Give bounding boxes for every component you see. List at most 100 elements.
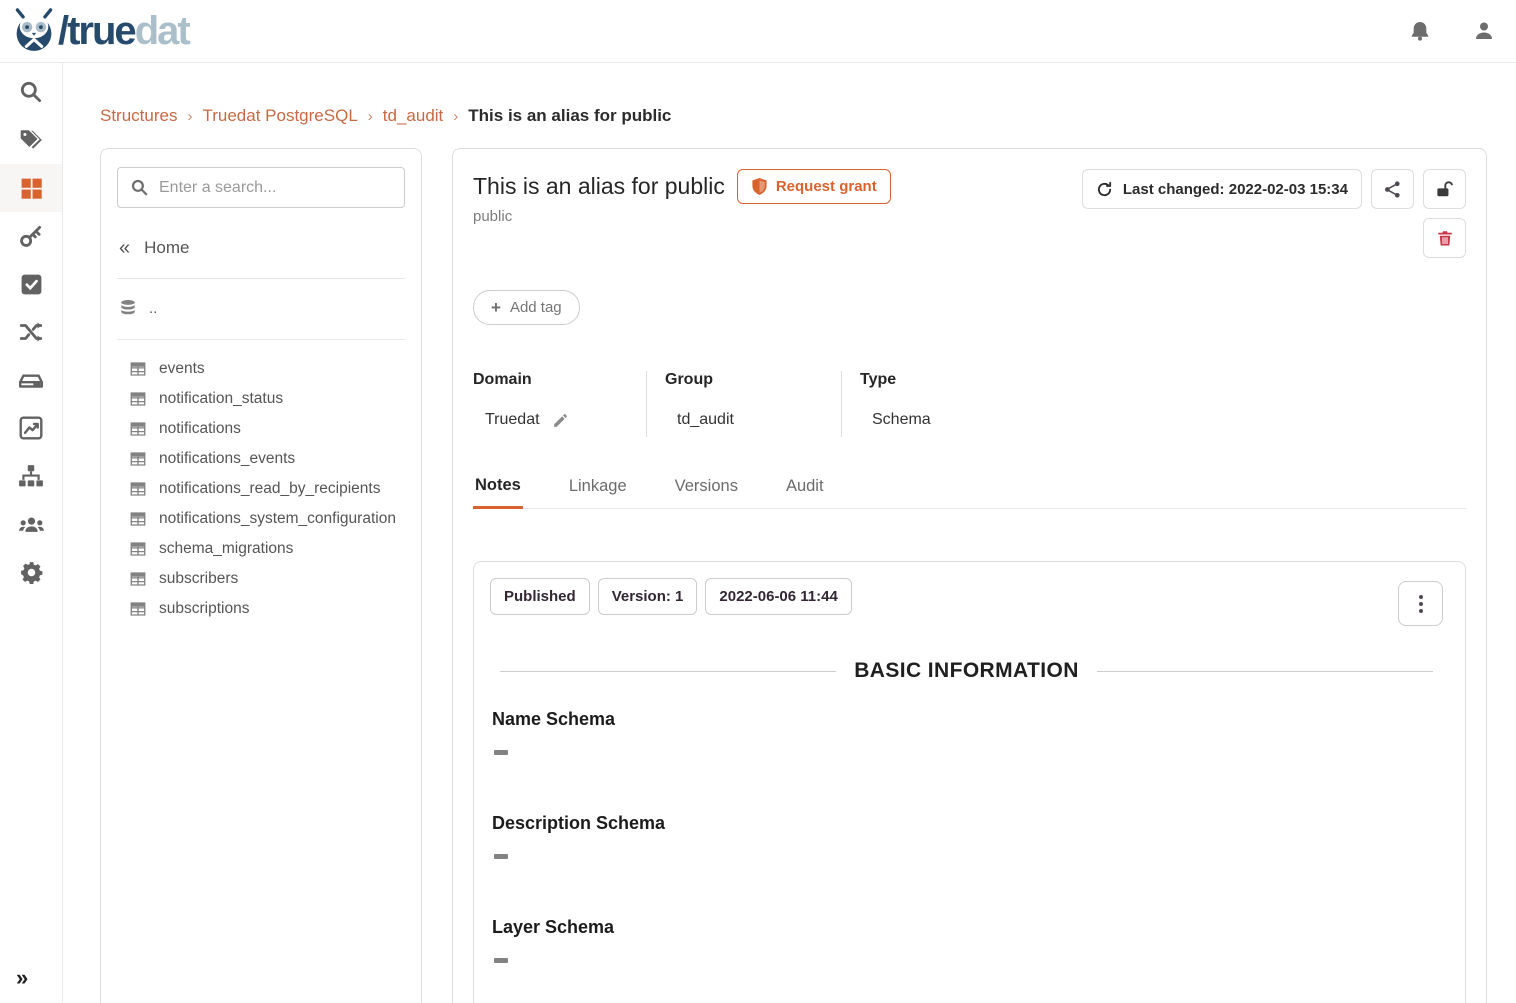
chart-line-icon — [18, 415, 44, 441]
last-changed-button[interactable]: Last changed: 2022-02-03 15:34 — [1082, 169, 1362, 209]
database-icon — [119, 299, 137, 317]
structure-tree-panel: « Home .. events — [100, 148, 422, 1003]
top-header: /truedat — [0, 0, 1516, 63]
tree-parent-link[interactable]: .. — [101, 279, 421, 339]
domain-label: Domain — [473, 371, 646, 389]
table-list-item[interactable]: subscribers — [101, 564, 421, 594]
tree-search-input[interactable] — [159, 179, 392, 197]
table-list-item[interactable]: notifications — [101, 414, 421, 444]
date-badge: 2022-06-06 11:44 — [705, 578, 851, 615]
breadcrumb-separator: › — [187, 108, 192, 125]
divider — [1097, 671, 1433, 672]
sidebar-item-search[interactable] — [0, 68, 62, 116]
shield-icon — [751, 177, 768, 196]
add-tag-label: Add tag — [510, 299, 562, 316]
version-badge: Version: 1 — [598, 578, 698, 615]
sidebar-item-settings[interactable] — [0, 548, 62, 596]
type-column: Type Schema — [841, 371, 1036, 437]
field-name-schema: Name Schema — [492, 709, 1443, 760]
table-icon — [129, 600, 147, 618]
delete-button[interactable] — [1423, 218, 1466, 258]
page-title: This is an alias for public — [473, 173, 725, 200]
home-label: Home — [144, 238, 189, 258]
table-list-item[interactable]: subscriptions — [101, 594, 421, 624]
table-name: notifications_events — [159, 450, 295, 468]
breadcrumb-separator: › — [368, 108, 373, 125]
notifications-bell-button[interactable] — [1408, 19, 1432, 43]
breadcrumb-group[interactable]: td_audit — [383, 106, 444, 126]
sidebar-item-lineage[interactable] — [0, 308, 62, 356]
sidebar-item-taxonomy[interactable] — [0, 452, 62, 500]
metadata-columns: Domain Truedat Group td_audit — [473, 371, 1466, 437]
user-account-button[interactable] — [1472, 19, 1496, 43]
unlock-button[interactable] — [1423, 169, 1466, 209]
sidebar-item-users[interactable] — [0, 500, 62, 548]
domain-value: Truedat — [485, 411, 540, 429]
sidebar-item-dashboards[interactable] — [0, 404, 62, 452]
last-changed-label: Last changed: 2022-02-03 15:34 — [1123, 181, 1348, 198]
sidebar-item-quality[interactable] — [0, 260, 62, 308]
note-actions-menu-button[interactable] — [1398, 581, 1443, 626]
bell-icon — [1408, 19, 1432, 43]
tab-linkage[interactable]: Linkage — [567, 465, 629, 508]
sitemap-icon — [18, 463, 44, 489]
add-tag-button[interactable]: + Add tag — [473, 290, 580, 325]
note-fields: Name Schema Description Schema Layer Sch… — [490, 709, 1443, 1003]
field-label: Name Schema — [492, 709, 1443, 730]
breadcrumb: Structures › Truedat PostgreSQL › td_aud… — [100, 63, 1487, 148]
edit-pencil-icon[interactable] — [552, 412, 569, 429]
kebab-icon — [1419, 595, 1423, 599]
table-name: events — [159, 360, 205, 378]
table-list: events notification_status notifications… — [101, 340, 421, 634]
tree-home-link[interactable]: « Home — [101, 222, 421, 278]
truedat-logo[interactable]: /truedat — [0, 8, 189, 54]
key-icon — [18, 223, 44, 249]
type-label: Type — [860, 371, 1036, 389]
breadcrumb-structures[interactable]: Structures — [100, 106, 177, 126]
user-icon — [1472, 19, 1496, 43]
logo-wordmark: /truedat — [58, 11, 189, 51]
field-description-schema: Description Schema — [492, 813, 1443, 864]
unlock-icon — [1435, 180, 1454, 199]
share-icon — [1383, 180, 1402, 199]
tags-icon — [18, 127, 44, 153]
sidebar-item-systems[interactable] — [0, 356, 62, 404]
table-icon — [129, 510, 147, 528]
share-button[interactable] — [1371, 169, 1414, 209]
table-list-item[interactable]: events — [101, 354, 421, 384]
field-layer-schema: Layer Schema — [492, 917, 1443, 968]
plus-icon: + — [491, 299, 501, 316]
sidebar-expand-button[interactable]: » — [0, 965, 62, 1003]
structure-original-name: public — [473, 208, 891, 225]
search-icon — [18, 79, 44, 105]
tree-search-box — [117, 167, 405, 208]
table-list-item[interactable]: schema_migrations — [101, 534, 421, 564]
sidebar-item-tags[interactable] — [0, 116, 62, 164]
empty-value-dash — [494, 958, 508, 963]
table-list-item[interactable]: notification_status — [101, 384, 421, 414]
table-icon — [129, 450, 147, 468]
request-grant-button[interactable]: Request grant — [737, 169, 891, 204]
tab-notes[interactable]: Notes — [473, 465, 523, 509]
table-name: subscriptions — [159, 600, 249, 618]
sidebar-item-permissions[interactable] — [0, 212, 62, 260]
shuffle-icon — [18, 319, 44, 345]
breadcrumb-separator: › — [453, 108, 458, 125]
divider — [500, 671, 836, 672]
tab-versions[interactable]: Versions — [673, 465, 740, 508]
sidebar-item-structures[interactable] — [0, 164, 62, 212]
table-icon — [129, 420, 147, 438]
table-list-item[interactable]: notifications_read_by_recipients — [101, 474, 421, 504]
main-content: Structures › Truedat PostgreSQL › td_aud… — [63, 63, 1516, 1003]
structures-grid-icon — [19, 176, 44, 201]
tab-audit[interactable]: Audit — [784, 465, 826, 508]
request-grant-label: Request grant — [776, 178, 877, 195]
detail-tabs: Notes Linkage Versions Audit — [473, 465, 1466, 509]
breadcrumb-system[interactable]: Truedat PostgreSQL — [202, 106, 357, 126]
table-list-item[interactable]: notifications_events — [101, 444, 421, 474]
note-chips: Published Version: 1 2022-06-06 11:44 — [490, 578, 1443, 615]
type-value: Schema — [872, 411, 931, 429]
table-list-item[interactable]: notifications_system_configuration — [101, 504, 421, 534]
table-name: notifications_system_configuration — [159, 510, 396, 528]
structure-detail-panel: This is an alias for public Request gran… — [452, 148, 1487, 1003]
